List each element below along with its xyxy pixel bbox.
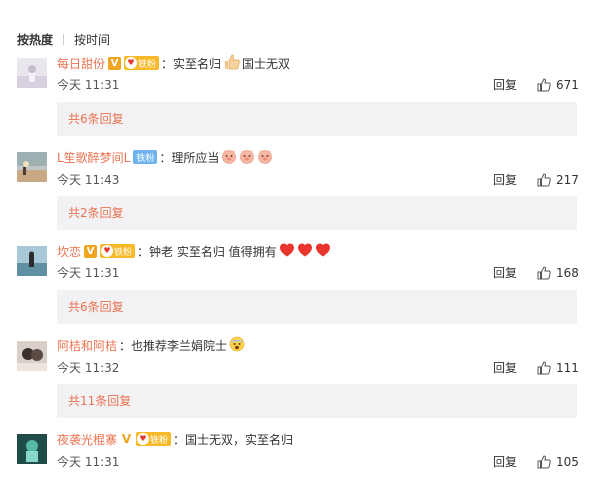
like-button[interactable]: 111 [537, 360, 579, 376]
fan-badge-label: 铁粉 [138, 59, 157, 70]
like-button[interactable]: 217 [537, 172, 579, 188]
comment-header: 阿桔和阿桔 ：也推荐李兰娟院士 [57, 336, 245, 355]
comment-time: 今天 11:43 [57, 173, 120, 187]
sort-divider [63, 33, 65, 45]
comment-header: 坎恋 V ♥ 铁粉 ：钟老 实至名归 值得拥有 [57, 243, 333, 259]
avatar[interactable] [17, 246, 47, 276]
fan-badge: ♥ 铁粉 [136, 432, 172, 446]
reply-button[interactable]: 回复 [493, 265, 517, 281]
username[interactable]: 夜袭光棍寨 [57, 431, 117, 448]
verified-v-badge: V [108, 56, 122, 70]
thumbs-up-icon [537, 361, 551, 375]
like-count: 111 [556, 361, 579, 375]
sort-by-time[interactable]: 按时间 [74, 31, 110, 48]
comment-time: 今天 11:32 [57, 361, 120, 375]
reply-button[interactable]: 回复 [493, 360, 517, 376]
comment-time: 今天 11:31 [57, 78, 120, 92]
verified-v-badge: V [84, 244, 98, 258]
like-button[interactable]: 671 [537, 77, 579, 93]
comment-text: ：理所应当 [159, 150, 220, 165]
subreplies-link[interactable]: 共2条回复 [57, 196, 577, 230]
fan-badge: 铁粉 [133, 150, 158, 164]
subreplies-link[interactable]: 共11条回复 [57, 384, 577, 418]
sort-by-hot[interactable]: 按热度 [17, 31, 53, 48]
fan-badge-label: 铁粉 [136, 153, 155, 164]
reply-button[interactable]: 回复 [493, 77, 517, 93]
comment-time: 今天 11:31 [57, 455, 120, 469]
thumbs-up-emoji-icon [223, 54, 241, 73]
subreplies-link[interactable]: 共6条回复 [57, 290, 577, 324]
avatar[interactable] [17, 152, 47, 182]
scared-emoji-icon [229, 336, 245, 355]
comment-text: ：实至名归 [161, 56, 222, 71]
thumbs-up-icon [537, 266, 551, 280]
username[interactable]: 阿桔和阿桔 [57, 337, 117, 354]
fan-level-icon: ♥ [125, 57, 138, 69]
subreplies-link[interactable]: 共6条回复 [57, 102, 577, 136]
avatar[interactable] [17, 341, 47, 371]
like-count: 671 [556, 78, 579, 92]
like-count: 217 [556, 173, 579, 187]
comment-text: ：钟老 实至名归 值得拥有 [137, 244, 277, 259]
like-count: 168 [556, 266, 579, 280]
reply-button[interactable]: 回复 [493, 454, 517, 470]
comment-text: ：国士无双，实至名归 [173, 432, 294, 447]
fan-level-icon: ♥ [137, 433, 150, 445]
comment-text: ：也推荐李兰娟院士 [119, 338, 228, 353]
avatar[interactable] [17, 434, 47, 464]
heart-emoji-icon [279, 242, 333, 261]
fan-badge: ♥ 铁粉 [100, 244, 136, 258]
thumbs-up-icon [537, 78, 551, 92]
sort-bar: 按热度 按时间 [17, 30, 110, 48]
username[interactable]: L笙歌醉梦间L [57, 149, 130, 166]
fan-level-icon: ♥ [101, 245, 114, 257]
fan-badge-label: 铁粉 [114, 247, 133, 258]
thumbs-up-icon [537, 173, 551, 187]
comment-header: L笙歌醉梦间L 铁粉 ：理所应当 [57, 149, 275, 165]
comment-header: 每日甜份 V ♥ 铁粉 ：实至名归 国士无双 [57, 54, 291, 73]
like-button[interactable]: 105 [537, 454, 579, 470]
verified-v-badge: V [121, 431, 132, 446]
like-count: 105 [556, 455, 579, 469]
pig-emoji-icon [221, 148, 275, 167]
fan-badge-label: 铁粉 [150, 435, 169, 446]
like-button[interactable]: 168 [537, 265, 579, 281]
username[interactable]: 坎恋 [57, 243, 81, 260]
comment-time: 今天 11:31 [57, 266, 120, 280]
comment-text-after: 国士无双 [242, 56, 291, 71]
reply-button[interactable]: 回复 [493, 172, 517, 188]
username[interactable]: 每日甜份 [57, 55, 105, 72]
thumbs-up-icon [537, 455, 551, 469]
avatar[interactable] [17, 58, 47, 88]
comment-header: 夜袭光棍寨 V ♥ 铁粉 ：国士无双，实至名归 [57, 431, 293, 447]
fan-badge: ♥ 铁粉 [124, 56, 160, 70]
